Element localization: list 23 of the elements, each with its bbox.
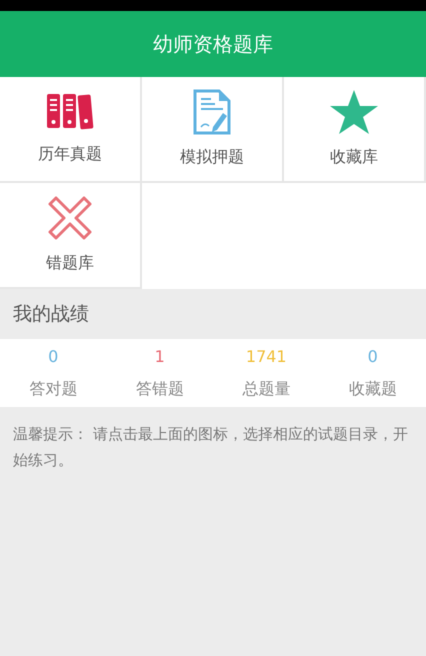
app-title: 幼师资格题库	[0, 11, 426, 77]
stat-label: 答对题	[29, 378, 78, 400]
menu-tile[interactable]: 收藏库	[284, 77, 426, 183]
tile-label: 历年真题	[38, 143, 102, 165]
stat-value: 1741	[246, 346, 287, 368]
document-pen-icon	[193, 89, 231, 135]
tile-label: 模拟押题	[180, 146, 244, 168]
stat-label: 收藏题	[348, 378, 397, 400]
stat-label: 答错题	[136, 378, 184, 400]
menu-tile[interactable]: 历年真题	[0, 77, 142, 183]
section-title: 我的战绩	[12, 302, 90, 327]
stat-value: 0	[368, 346, 378, 368]
tip-text: 温馨提示： 请点击最上面的图标，选择相应的试题目录，开始练习。	[12, 424, 409, 472]
stat-value: 1	[154, 346, 165, 368]
menu-tile[interactable]: 模拟押题	[142, 77, 284, 183]
tile-label: 错题库	[46, 252, 94, 274]
menu-tile[interactable]: 错题库	[0, 183, 142, 289]
binders-icon	[46, 92, 94, 132]
stat-label: 总题量	[242, 378, 290, 400]
star-icon	[329, 89, 379, 135]
stat-value: 0	[48, 346, 58, 368]
tile-label: 收藏库	[330, 146, 378, 168]
cross-icon	[47, 195, 93, 241]
